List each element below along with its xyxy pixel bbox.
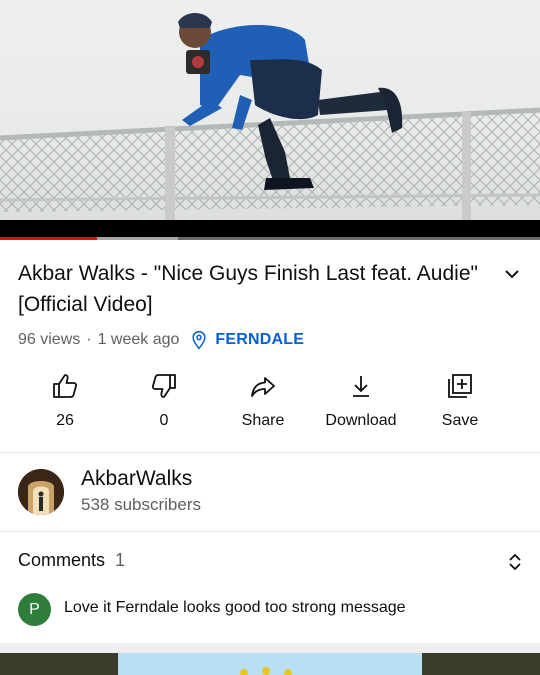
view-count: 96 views [18,331,81,348]
divider [0,452,540,453]
thumbnail-left [0,653,118,675]
save-label: Save [441,412,479,429]
thumb-down-icon [151,374,176,398]
video-meta: 96 views · 1 week ago FERNDALE [18,330,304,350]
video-title[interactable]: Akbar Walks - "Nice Guys Finish Last fea… [18,258,488,320]
download-label: Download [325,412,397,429]
comments-title: Comments [18,550,106,570]
share-arrow-icon [251,377,275,397]
download-button[interactable]: Download [312,372,410,430]
thumbnail-right [422,653,540,675]
channel-avatar-image [18,469,64,515]
dislike-button[interactable]: 0 [115,372,213,430]
thumbnail-image [240,667,292,675]
chevron-down-icon[interactable] [500,262,524,286]
next-video-thumbnail[interactable] [0,653,540,675]
share-label: Share [241,412,285,429]
channel-avatar[interactable] [18,469,64,515]
comments-count: 1 [115,550,126,570]
progress-played [0,237,98,240]
section-gap [0,643,540,653]
action-bar: 26 0 Share Download Save [0,372,540,438]
download-icon [353,376,369,397]
upload-age: 1 week ago [97,331,180,348]
dislike-count: 0 [159,412,169,429]
save-button[interactable]: Save [411,372,509,430]
add-to-playlist-icon [448,374,472,398]
comment-text[interactable]: Love it Ferndale looks good too strong m… [64,599,406,617]
share-button[interactable]: Share [214,372,312,430]
commenter-avatar: P [18,593,51,626]
thumb-up-icon [53,374,78,398]
video-player[interactable] [0,0,540,240]
like-count: 26 [56,412,74,429]
channel-name[interactable]: AkbarWalks [81,467,192,491]
like-button[interactable]: 26 [16,372,114,430]
divider [0,531,540,532]
meta-separator: · [86,331,92,348]
video-still-image [0,13,540,220]
thumbnail-center [118,653,422,675]
expand-collapse-icon[interactable] [504,551,526,573]
location-pin-icon [192,330,207,350]
location-link[interactable]: FERNDALE [215,331,304,349]
video-frame[interactable] [0,0,540,220]
comments-header[interactable]: Comments 1 [18,550,125,571]
subscriber-count: 538 subscribers [81,495,202,514]
